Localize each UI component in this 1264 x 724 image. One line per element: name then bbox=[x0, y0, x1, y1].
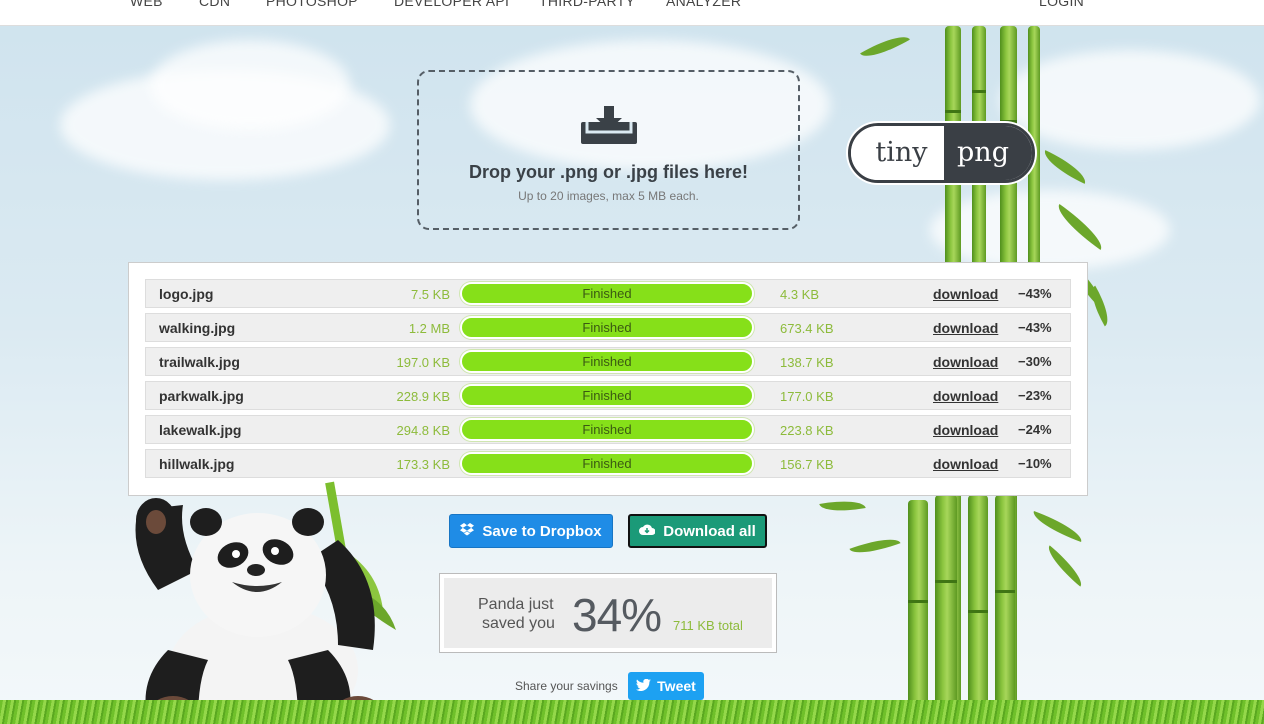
download-link[interactable]: download bbox=[933, 286, 998, 302]
nav-item-photoshop[interactable]: PHOTOSHOP bbox=[266, 0, 358, 9]
file-row: walking.jpg 1.2 MB Finished 673.4 KB dow… bbox=[145, 313, 1071, 342]
download-all-label: Download all bbox=[663, 522, 756, 540]
download-tray-icon bbox=[579, 106, 639, 151]
file-row: hillwalk.jpg 173.3 KB Finished 156.7 KB … bbox=[145, 449, 1071, 478]
share-label: Share your savings bbox=[515, 679, 618, 693]
progress-bar: Finished bbox=[460, 282, 754, 305]
compressed-size: 673.4 KB bbox=[780, 321, 834, 336]
file-name: hillwalk.jpg bbox=[159, 456, 235, 472]
cloud-download-icon bbox=[639, 523, 656, 540]
savings-label-line2: saved you bbox=[482, 615, 555, 632]
file-name: parkwalk.jpg bbox=[159, 388, 244, 404]
original-size: 7.5 KB bbox=[410, 287, 450, 302]
file-row: parkwalk.jpg 228.9 KB Finished 177.0 KB … bbox=[145, 381, 1071, 410]
savings-percent: 34% bbox=[572, 589, 662, 641]
saving-percent: −43% bbox=[1018, 286, 1052, 301]
dropbox-icon bbox=[460, 522, 475, 540]
savings-label-line1: Panda just bbox=[478, 596, 554, 613]
file-name: walking.jpg bbox=[159, 320, 236, 336]
download-link[interactable]: download bbox=[933, 422, 998, 438]
savings-total: 711 KB total bbox=[673, 618, 743, 633]
nav-item-cdn[interactable]: CDN bbox=[199, 0, 230, 9]
file-row: lakewalk.jpg 294.8 KB Finished 223.8 KB … bbox=[145, 415, 1071, 444]
download-link[interactable]: download bbox=[933, 320, 998, 336]
original-size: 1.2 MB bbox=[408, 321, 450, 336]
nav-item-developer-api[interactable]: DEVELOPER API bbox=[394, 0, 509, 9]
original-size: 228.9 KB bbox=[396, 389, 451, 404]
compressed-size: 177.0 KB bbox=[780, 389, 834, 404]
progress-bar: Finished bbox=[460, 350, 754, 373]
original-size: 294.8 KB bbox=[396, 423, 451, 438]
nav-item-analyzer[interactable]: ANALYZER bbox=[666, 0, 741, 9]
progress-bar: Finished bbox=[460, 384, 754, 407]
logo-text-tiny: tiny bbox=[851, 126, 944, 180]
twitter-bird-icon bbox=[636, 678, 652, 694]
drop-zone-title: Drop your .png or .jpg files here! bbox=[468, 162, 749, 182]
tweet-button[interactable]: Tweet bbox=[628, 672, 704, 700]
saving-percent: −23% bbox=[1018, 388, 1052, 403]
file-drop-zone[interactable]: Drop your .png or .jpg files here! Up to… bbox=[417, 70, 800, 230]
file-row: trailwalk.jpg 197.0 KB Finished 138.7 KB… bbox=[145, 347, 1071, 376]
logo-text-png: png bbox=[944, 126, 1032, 180]
file-row: logo.jpg 7.5 KB Finished 4.3 KB download… bbox=[145, 279, 1071, 308]
top-nav: WEB CDN PHOTOSHOP DEVELOPER API THIRD-PA… bbox=[0, 0, 1264, 26]
tinypng-logo: tiny png bbox=[848, 123, 1035, 183]
compressed-size: 4.3 KB bbox=[780, 287, 820, 302]
cloud-decoration bbox=[930, 190, 1170, 270]
save-to-dropbox-label: Save to Dropbox bbox=[482, 522, 602, 540]
download-link[interactable]: download bbox=[933, 354, 998, 370]
cloud-decoration bbox=[150, 40, 350, 130]
saving-percent: −24% bbox=[1018, 422, 1052, 437]
file-name: logo.jpg bbox=[159, 286, 214, 302]
download-link[interactable]: download bbox=[933, 388, 998, 404]
original-size: 197.0 KB bbox=[396, 355, 451, 370]
compressed-size: 156.7 KB bbox=[780, 457, 834, 472]
nav-item-login[interactable]: LOGIN bbox=[1039, 0, 1084, 9]
nav-item-web[interactable]: WEB bbox=[130, 0, 163, 9]
panda-mascot bbox=[128, 480, 398, 724]
download-link[interactable]: download bbox=[933, 456, 998, 472]
saving-percent: −30% bbox=[1018, 354, 1052, 369]
savings-summary: Panda just saved you 34% 711 KB total bbox=[439, 573, 777, 653]
save-to-dropbox-button[interactable]: Save to Dropbox bbox=[449, 514, 613, 548]
nav-item-third-party[interactable]: THIRD-PARTY bbox=[539, 0, 635, 9]
progress-bar: Finished bbox=[460, 452, 754, 475]
download-all-button[interactable]: Download all bbox=[628, 514, 767, 548]
saving-percent: −43% bbox=[1018, 320, 1052, 335]
drop-zone-subtitle: Up to 20 images, max 5 MB each. bbox=[518, 189, 699, 203]
progress-bar: Finished bbox=[460, 316, 754, 339]
saving-percent: −10% bbox=[1018, 456, 1052, 471]
compressed-size: 223.8 KB bbox=[780, 423, 834, 438]
progress-bar: Finished bbox=[460, 418, 754, 441]
compressed-size: 138.7 KB bbox=[780, 355, 834, 370]
file-name: lakewalk.jpg bbox=[159, 422, 242, 438]
file-name: trailwalk.jpg bbox=[159, 354, 240, 370]
original-size: 173.3 KB bbox=[396, 457, 451, 472]
grass-decoration bbox=[0, 700, 1264, 724]
tweet-label: Tweet bbox=[657, 678, 696, 694]
results-panel: logo.jpg 7.5 KB Finished 4.3 KB download… bbox=[128, 262, 1088, 496]
